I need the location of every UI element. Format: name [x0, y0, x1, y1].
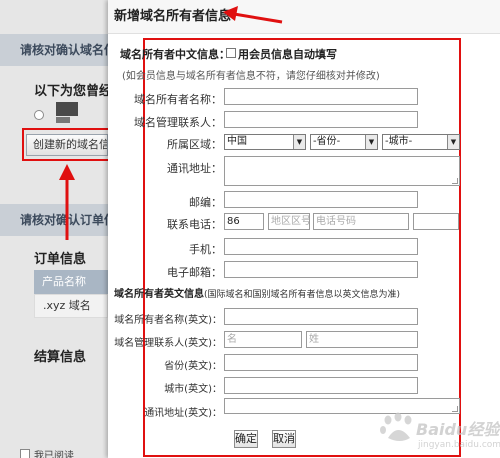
confirm-button[interactable]: 确定: [234, 430, 258, 448]
owner-name-label: 域名所有者名称：: [134, 93, 222, 106]
autofill-checkbox[interactable]: [226, 48, 236, 58]
phone-number-input[interactable]: 电话号码: [313, 213, 409, 230]
bg-order-info: 订单信息: [34, 252, 87, 267]
annotation-rect-create-button: [22, 128, 110, 161]
cancel-button[interactable]: 取消: [272, 430, 296, 448]
en-owner-name-input[interactable]: [224, 308, 418, 325]
dialog-title: 新增域名所有者信息: [108, 0, 500, 34]
phone-country-code-input[interactable]: 86: [224, 213, 264, 230]
country-select[interactable]: 中国 ▼: [224, 134, 306, 150]
admin-contact-input[interactable]: [224, 111, 418, 128]
add-owner-dialog: 新增域名所有者信息 域名所有者中文信息： 用会员信息自动填写 (如会员信息与域名…: [108, 0, 500, 458]
cn-note: (如会员信息与域名所有者信息不符，请您仔细核对并修改): [122, 71, 380, 82]
mobile-label: 手机：: [189, 243, 222, 256]
resize-grip-icon[interactable]: [452, 178, 458, 184]
bg-section-bar-order: 请核对确认订单信息: [0, 204, 108, 236]
email-label: 电子邮箱：: [167, 266, 222, 279]
watermark-text: Baidu经验: [416, 420, 500, 439]
baidu-watermark: Baidu经验 jingyan.baidu.com: [378, 410, 500, 456]
cn-section-title: 域名所有者中文信息：: [120, 48, 230, 61]
email-input[interactable]: [224, 261, 418, 278]
bg-agree-text: 我已阅读: [34, 451, 74, 458]
phone-area-code-input[interactable]: 地区区号: [268, 213, 310, 230]
bg-section-bar-domain: 请核对确认域名信息: [0, 34, 108, 66]
region-label: 所属区域：: [167, 138, 222, 151]
phone-extension-input[interactable]: [413, 213, 459, 230]
en-owner-name-label: 域名所有者名称(英文)：: [114, 315, 222, 326]
owner-name-input[interactable]: [224, 88, 418, 105]
en-section-title: 域名所有者英文信息(国际域名和国别域名所有者信息以英文信息为准): [114, 289, 401, 300]
bg-radio[interactable]: [34, 110, 44, 120]
bg-product-name-header: 产品名称: [34, 270, 108, 294]
watermark-url: jingyan.baidu.com: [418, 440, 500, 450]
bg-redacted-block: [56, 102, 78, 116]
address-label: 通讯地址：: [167, 162, 222, 175]
bg-redacted-block: [56, 117, 70, 123]
annotation-arrow-up-icon: [59, 164, 75, 240]
city-select[interactable]: -城市- ▼: [382, 134, 460, 150]
en-address-label: 通讯地址(英文)：: [144, 408, 222, 419]
zip-input[interactable]: [224, 191, 418, 208]
bg-agree-checkbox[interactable]: [20, 449, 30, 458]
en-province-input[interactable]: [224, 354, 418, 371]
address-textarea[interactable]: [224, 156, 460, 186]
chevron-down-icon: ▼: [447, 135, 459, 149]
bg-product-row: .xyz 域名: [34, 294, 108, 318]
chevron-down-icon: ▼: [365, 135, 377, 149]
bg-settlement-info: 结算信息: [34, 350, 87, 365]
autofill-label: 用会员信息自动填写: [238, 48, 337, 61]
province-select[interactable]: -省份- ▼: [310, 134, 378, 150]
zip-label: 邮编：: [189, 196, 222, 209]
bg-prev-info: 以下为您曾经: [34, 84, 108, 99]
en-city-label: 城市(英文)：: [164, 384, 222, 395]
admin-contact-label: 域名管理联系人：: [134, 116, 222, 129]
en-province-label: 省份(英文)：: [164, 361, 222, 372]
en-admin-contact-label: 域名管理联系人(英文)：: [114, 338, 222, 349]
chevron-down-icon: ▼: [293, 135, 305, 149]
en-last-name-input[interactable]: 姓: [306, 331, 418, 348]
phone-label: 联系电话：: [167, 218, 222, 231]
mobile-input[interactable]: [224, 238, 418, 255]
annotation-arrow-left-icon: [223, 6, 283, 24]
en-first-name-input[interactable]: 名: [224, 331, 302, 348]
en-city-input[interactable]: [224, 377, 418, 394]
